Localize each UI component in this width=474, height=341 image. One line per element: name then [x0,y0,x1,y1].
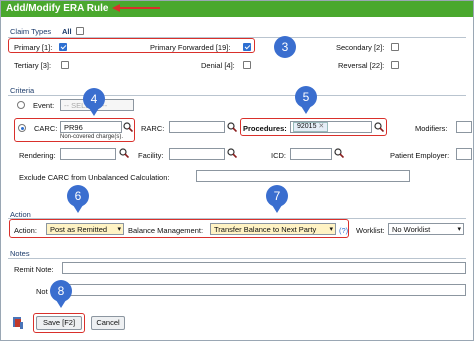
notes-divider [8,258,466,259]
exclude-carc-input[interactable] [196,170,410,182]
event-radio[interactable] [17,101,25,109]
reversal-checkbox[interactable] [391,61,399,69]
callout-4-pointer [89,108,99,116]
tertiary-checkbox[interactable] [61,61,69,69]
rarc-search-icon[interactable] [227,122,237,132]
patient-employer-input[interactable] [456,148,472,160]
rarc-label: RARC: [141,124,165,133]
callout-7-pointer [272,205,282,213]
arrow-left-icon [112,4,160,12]
exclude-carc-label: Exclude CARC from Unbalanced Calculation… [19,173,170,182]
secondary-label: Secondary [2]: [336,43,385,52]
callout-8: 8 [50,280,72,302]
icd-label: ICD: [271,151,286,160]
rarc-input[interactable] [169,121,225,133]
facility-label: Facility: [138,151,164,160]
secondary-checkbox[interactable] [391,43,399,51]
patient-employer-label: Patient Employer: [390,151,450,160]
claim-types-heading: Claim Types [10,27,52,36]
worklist-label: Worklist: [356,226,385,235]
worklist-select[interactable]: No Worklist ▾ [388,223,464,235]
facility-search-icon[interactable] [227,148,237,158]
callout-8-pointer [56,300,66,308]
tertiary-label: Tertiary [3]: [14,61,52,70]
icd-search-icon[interactable] [334,148,344,158]
modifiers-label: Modifiers: [415,124,448,133]
callout-7: 7 [266,185,288,207]
callout-6: 6 [67,185,89,207]
title-bar: Add/Modify ERA Rule [1,1,473,17]
icd-input[interactable] [290,148,332,160]
window-title: Add/Modify ERA Rule [6,3,109,14]
note-label: Not [36,287,48,296]
procedures-highlight [240,118,387,136]
event-label: Event: [33,101,55,110]
carc-highlight [14,118,135,142]
criteria-divider [8,95,466,96]
denial-checkbox[interactable] [243,61,251,69]
facility-input[interactable] [169,148,225,160]
save-highlight [33,313,85,333]
rendering-label: Rendering: [19,151,56,160]
callout-5: 5 [295,86,317,108]
action-highlight [9,219,349,238]
all-checkbox[interactable] [76,27,84,35]
notes-heading: Notes [10,249,30,258]
callout-6-pointer [73,205,83,213]
remit-note-input[interactable] [62,262,466,274]
rendering-search-icon[interactable] [119,148,129,158]
claim-types-highlight [8,38,255,53]
criteria-heading: Criteria [10,86,35,95]
cancel-button[interactable]: Cancel [91,316,125,330]
reversal-label: Reversal [22]: [338,61,385,70]
denial-label: Denial [4]: [201,61,235,70]
note-input[interactable] [62,284,466,296]
modifiers-input[interactable] [456,121,472,133]
worklist-select-value: No Worklist [392,225,431,234]
callout-3: 3 [274,36,296,58]
remit-note-label: Remit Note: [14,265,54,274]
callout-5-pointer [301,106,311,114]
callout-4: 4 [83,88,105,110]
rendering-input[interactable] [60,148,116,160]
wrench-icon[interactable] [12,316,26,330]
all-link[interactable]: All [62,27,72,36]
chevron-down-icon: ▾ [457,226,461,233]
